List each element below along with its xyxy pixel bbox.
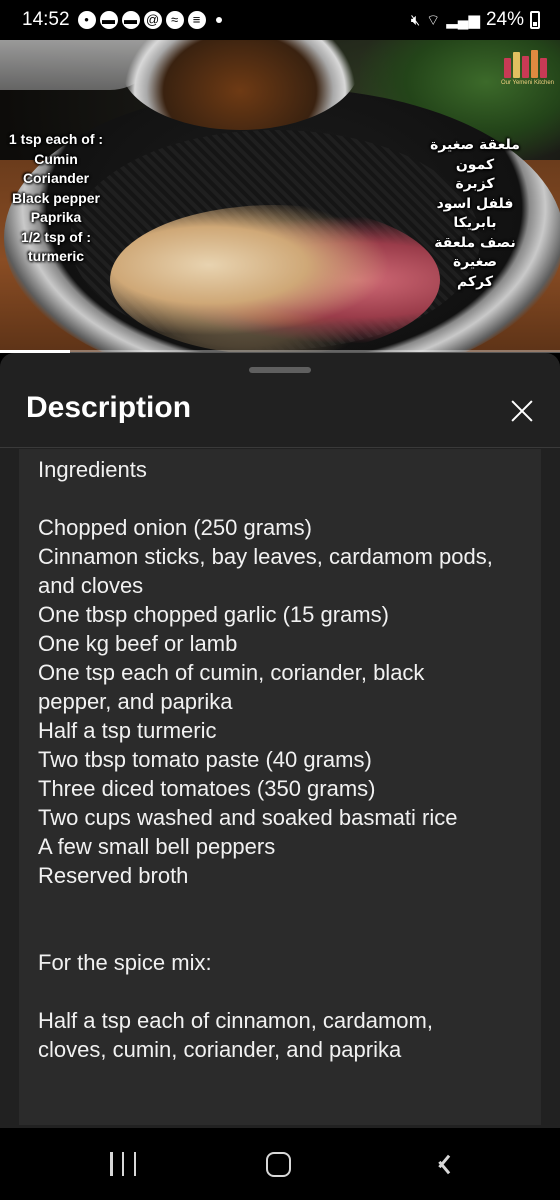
close-icon[interactable] [504,393,540,429]
home-icon[interactable] [266,1152,291,1177]
description-line: cloves, cumin, coriander, and paprika [38,1037,402,1062]
description-line: Three diced tomatoes (350 grams) [38,776,376,801]
signal-icon: ▂▄▆ [446,12,480,29]
status-right: 🔇︎ ⌔ ▂▄▆ 24% [411,9,540,31]
recents-icon[interactable] [110,1152,136,1176]
caption-en-line: Coriander [22,170,90,186]
caption-en-line: Black pepper [12,189,100,206]
mute-icon: 🔇︎ [410,11,421,29]
caption-ar-line: فلفل اسود [436,195,514,212]
caption-arabic: ملعقة صغيرة كمون كزبرة فلفل اسود بابريكا… [410,136,540,292]
caption-ar-line: كركم [457,273,493,290]
description-sheet: Description Ingredients Chopped onion (25… [0,353,560,1128]
video-player[interactable]: 1 tsp each of : Cumin Coriander Black pe… [0,40,560,352]
description-line [38,890,522,919]
channel-logo-text: Our Yemeni Kitchen [500,80,554,86]
description-body[interactable]: Ingredients Chopped onion (250 grams) Cinn… [19,449,541,1125]
status-bar: 14:52 • ▬ ▬ @ ≈ ≡ 🔇︎ ⌔ ▂▄▆ 24% [0,0,560,40]
description-line: One kg beef or lamb [38,631,238,656]
sheet-title: Description [26,391,192,424]
description-line: A few small bell peppers [38,834,276,859]
messages-icon: • [77,11,96,29]
notification-icons: • ▬ ▬ @ ≈ ≡ [77,11,222,29]
drag-handle[interactable] [249,367,311,373]
description-line: Chopped onion (250 grams) [38,515,312,540]
stack-icon: ≡ [187,11,206,29]
caption-ar-line: كمون [455,156,495,173]
threads-icon: @ [143,11,162,29]
description-line: Cinnamon sticks, bay leaves, cardamom po… [38,544,493,569]
description-line: Reserved broth [38,863,189,888]
description-line: Ingredients [38,457,147,482]
status-time: 14:52 [22,9,70,30]
app-icon: ≈ [165,11,184,29]
description-line: Half a tsp each of cinnamon, cardamom, [38,1008,433,1033]
caption-en-line: turmeric [27,248,85,264]
caption-ar-line: كزبرة [455,176,495,192]
caption-ar-line: ملعقة صغيرة [430,137,520,153]
description-line: pepper, and paprika [38,689,233,714]
description-line: and cloves [38,573,144,598]
caption-ar-line: بابريكا [453,215,497,231]
system-navigation-bar [0,1128,560,1200]
description-line [38,919,522,948]
caption-en-line: Paprika [30,209,82,225]
more-notifications-dot-icon [215,17,222,23]
battery-icon [530,11,540,29]
description-line: Two cups washed and soaked basmati rice [38,805,458,830]
description-line: One tsp each of cumin, coriander, black [38,660,425,685]
caption-ar-line: نصف ملعقة صغيرة [434,234,516,271]
description-line: For the spice mix: [38,950,212,975]
food-in-pot [110,205,440,352]
caption-english: 1 tsp each of : Cumin Coriander Black pe… [6,130,106,267]
description-line [38,977,522,1006]
description-line: Half a tsp turmeric [38,718,217,743]
wifi-icon: ⌔ [426,11,441,29]
caption-en-line: 1/2 tsp of : [20,228,91,245]
description-line: One tbsp chopped garlic (15 grams) [38,602,389,627]
battery-percent: 24% [485,9,524,30]
wallet-icon-2: ▬ [121,11,140,29]
description-line: Two tbsp tomato paste (40 grams) [38,747,372,772]
wallet-icon: ▬ [99,11,118,29]
caption-en-line: 1 tsp each of : [8,131,104,147]
back-icon[interactable] [428,1152,452,1176]
divider [0,447,560,448]
caption-en-line: Cumin [34,150,78,167]
description-line [38,484,522,513]
